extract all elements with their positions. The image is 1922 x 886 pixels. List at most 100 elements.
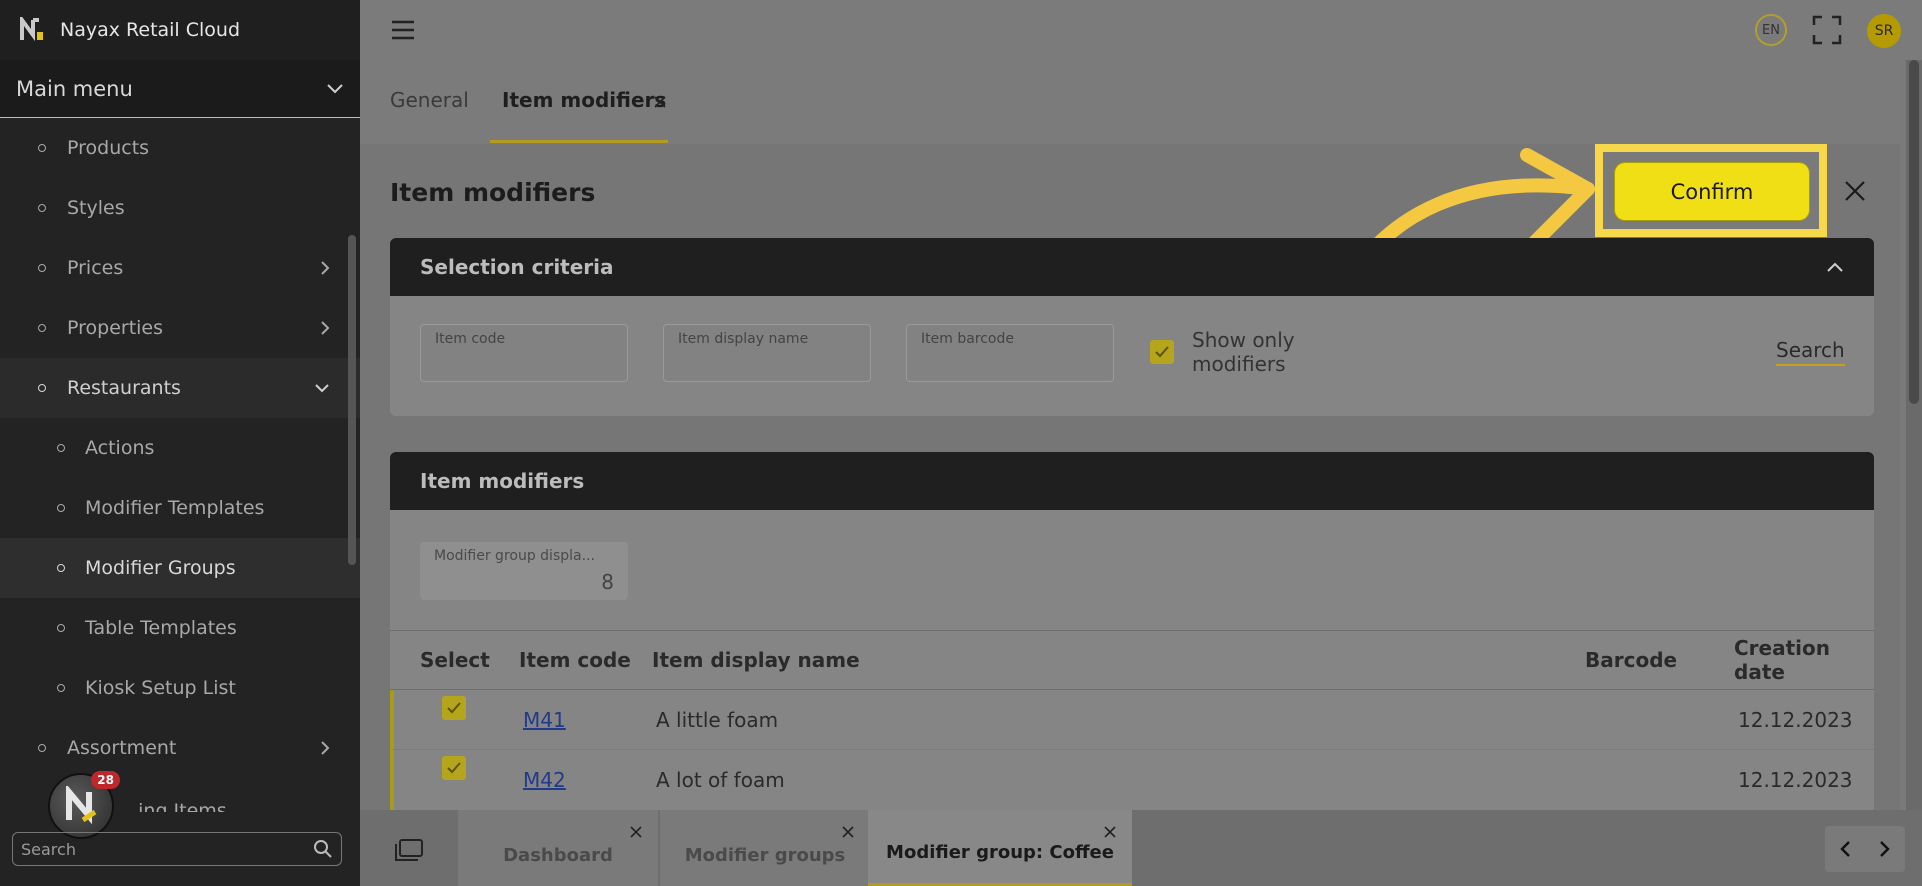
item-code-link[interactable]: M41 <box>523 708 566 732</box>
main-scrollbar[interactable] <box>1906 60 1922 810</box>
close-icon[interactable] <box>628 824 644 840</box>
creation-date: 12.12.2023 <box>1738 768 1853 792</box>
sidebar-item-products[interactable]: Products <box>0 118 360 178</box>
confirm-button[interactable]: Confirm <box>1615 163 1809 220</box>
sidebar-item-actions[interactable]: Actions <box>0 418 360 478</box>
column-header-item-code[interactable]: Item code <box>519 648 631 672</box>
active-tab-indicator <box>490 140 668 143</box>
hamburger-menu-icon[interactable] <box>390 18 416 42</box>
bullet-icon <box>57 624 65 632</box>
item-code-field[interactable]: Item code <box>420 324 628 382</box>
bottom-tab-dashboard[interactable]: Dashboard <box>458 810 658 886</box>
scrollbar-thumb[interactable] <box>1909 60 1919 404</box>
column-header-barcode[interactable]: Barcode <box>1585 648 1677 672</box>
close-icon[interactable] <box>1102 824 1118 840</box>
bottom-tab-label: Dashboard <box>503 845 613 866</box>
close-icon[interactable] <box>1842 178 1868 204</box>
item-display-name: A little foam <box>656 707 779 732</box>
table-row[interactable]: M41 A little foam 12.12.2023 <box>390 690 1874 750</box>
panel-title: Item modifiers <box>420 469 585 493</box>
row-select-checkbox[interactable] <box>442 756 466 780</box>
bullet-icon <box>38 324 46 332</box>
field-label: Item barcode <box>921 331 1014 347</box>
language-button[interactable]: EN <box>1755 14 1787 46</box>
nayax-logo-icon <box>18 16 46 44</box>
row-select-checkbox[interactable] <box>442 696 466 720</box>
sidebar-item-label: ...ing Items <box>120 800 227 812</box>
sidebar-item-label: Kiosk Setup List <box>85 677 236 699</box>
field-label: Item code <box>435 331 506 347</box>
column-header-select[interactable]: Select <box>420 648 490 672</box>
bottom-tab-label: Modifier groups <box>684 845 846 866</box>
sidebar-item-properties[interactable]: Properties <box>0 298 360 358</box>
item-barcode-input[interactable] <box>921 351 1099 370</box>
sidebar-item-label: Actions <box>85 437 155 459</box>
sidebar-item-modifier-templates[interactable]: Modifier Templates <box>0 478 360 538</box>
tab-general[interactable]: General <box>390 88 469 112</box>
column-header-item-display-name[interactable]: Item display name <box>652 648 860 672</box>
item-display-name-input[interactable] <box>678 351 856 370</box>
bottom-taskbar: Dashboard Modifier groups Modifier group… <box>360 810 1922 886</box>
item-display-name-field[interactable]: Item display name <box>663 324 871 382</box>
sidebar-item-table-templates[interactable]: Table Templates <box>0 598 360 658</box>
sidebar-item-kiosk-setup-list[interactable]: Kiosk Setup List <box>0 658 360 718</box>
table-row[interactable]: M42 A lot of foam 12.12.2023 <box>390 750 1874 810</box>
sidebar-item-label: Table Templates <box>85 617 237 639</box>
main-menu-toggle[interactable]: Main menu <box>0 60 360 118</box>
close-icon[interactable] <box>650 92 670 112</box>
sidebar-search <box>12 832 342 866</box>
bullet-icon <box>57 564 65 572</box>
selection-criteria-header[interactable]: Selection criteria <box>390 238 1874 296</box>
bottom-tab-label: Modifier group: Coffee <box>886 842 1114 863</box>
brand: Nayax Retail Cloud <box>0 0 360 60</box>
close-icon[interactable] <box>840 824 856 840</box>
app-title: Nayax Retail Cloud <box>60 19 241 41</box>
table-header: Select Item code Item display name Barco… <box>390 630 1874 690</box>
chevron-right-icon <box>321 741 330 755</box>
sidebar-item-label: Prices <box>67 257 124 279</box>
item-code-input[interactable] <box>435 351 613 370</box>
chevron-right-icon <box>321 261 330 275</box>
page-tabs: General Item modifiers <box>360 60 1900 144</box>
field-label: Modifier group displa... <box>434 548 595 564</box>
column-header-creation-date[interactable]: Creation date <box>1734 636 1874 684</box>
tab-item-modifiers[interactable]: Item modifiers <box>502 88 666 112</box>
chevron-left-icon[interactable] <box>1838 839 1852 859</box>
sidebar-item-label: Products <box>67 137 150 159</box>
chevron-right-icon[interactable] <box>1878 839 1892 859</box>
bullet-icon <box>57 684 65 692</box>
avatar[interactable]: SR <box>1867 14 1901 48</box>
creation-date: 12.12.2023 <box>1738 707 1853 732</box>
field-value: 8 <box>601 570 614 594</box>
sidebar-search-input[interactable] <box>21 839 313 859</box>
chevron-up-icon[interactable] <box>1826 261 1844 273</box>
sidebar-item-restaurants[interactable]: Restaurants <box>0 358 360 418</box>
bullet-icon <box>38 264 46 272</box>
search-button[interactable]: Search <box>1776 338 1845 366</box>
chevron-right-icon <box>321 321 330 335</box>
modifier-group-field: Modifier group displa... 8 <box>420 542 628 600</box>
sidebar-item-styles[interactable]: Styles <box>0 178 360 238</box>
sidebar-item-assortment[interactable]: Assortment <box>0 718 360 778</box>
bullet-icon <box>38 744 46 752</box>
item-modifiers-header: Item modifiers <box>390 452 1874 510</box>
bottom-tab-modifier-group-coffee[interactable]: Modifier group: Coffee <box>868 810 1132 886</box>
chevron-down-icon <box>315 384 329 393</box>
checkbox-checked[interactable] <box>1150 340 1174 364</box>
bottom-tab-modifier-groups[interactable]: Modifier groups <box>660 810 870 886</box>
sidebar-scrollbar[interactable] <box>348 235 356 565</box>
confirm-highlight: Confirm <box>1595 144 1827 237</box>
bullet-icon <box>57 444 65 452</box>
search-icon[interactable] <box>313 839 333 859</box>
notification-badge: 28 <box>91 771 120 789</box>
sidebar-item-prices[interactable]: Prices <box>0 238 360 298</box>
bullet-icon <box>57 504 65 512</box>
fullscreen-icon[interactable] <box>1811 14 1843 46</box>
item-code-link[interactable]: M42 <box>523 768 566 792</box>
sidebar-item-modifier-groups[interactable]: Modifier Groups <box>0 538 360 598</box>
show-only-modifiers-checkbox[interactable]: Show only modifiers <box>1150 328 1312 376</box>
sidebar-item-label: Styles <box>67 197 125 219</box>
notification-bubble[interactable]: 28 <box>48 771 120 839</box>
item-barcode-field[interactable]: Item barcode <box>906 324 1114 382</box>
windows-icon[interactable] <box>394 838 424 862</box>
